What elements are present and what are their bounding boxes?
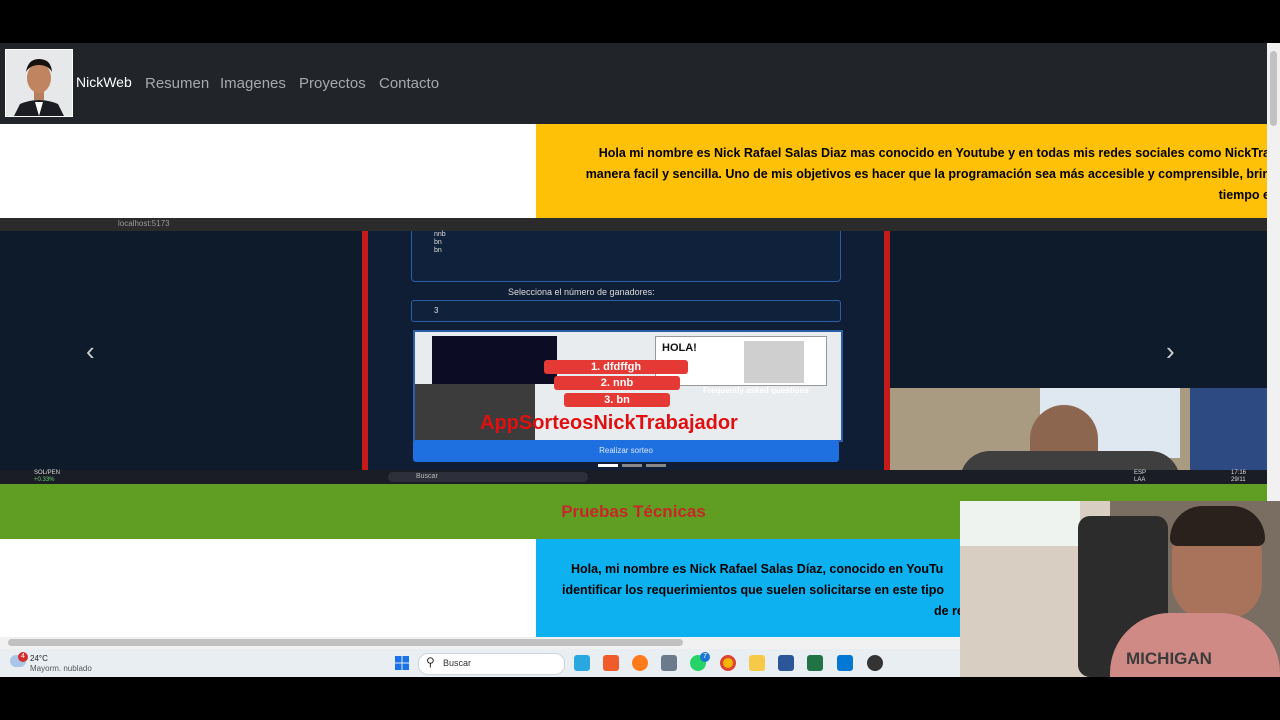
screenshot-stock-label: SOL/PEN	[34, 470, 61, 476]
winner-badge-3: 3. bn	[564, 393, 670, 407]
word-icon[interactable]	[778, 655, 794, 671]
screenshot-region: LAA	[1134, 477, 1146, 483]
weather-badge: 4	[18, 652, 28, 662]
app-icon[interactable]	[603, 655, 619, 671]
webcam-person-body	[960, 451, 1180, 471]
profile-avatar[interactable]	[5, 49, 73, 117]
weather-temperature[interactable]: 24°C	[30, 654, 48, 663]
screenshot-select-label: Selecciona el número de ganadores:	[508, 287, 655, 297]
intro-text-line-1: Hola mi nombre es Nick Rafael Salas Diaz…	[598, 146, 1267, 160]
screenshot-participant: bn	[434, 247, 442, 254]
carousel-prev-button[interactable]: ‹	[86, 336, 95, 367]
carousel-next-button[interactable]: ›	[1166, 336, 1175, 367]
taskbar-search-placeholder: Buscar	[443, 658, 472, 668]
screenshot-app-frame: nnb bn bn Selecciona el número de ganado…	[362, 231, 890, 484]
section2-text-line-1: Hola, mi nombre es Nick Rafael Salas Día…	[571, 562, 944, 576]
intro-panel: Hola mi nombre es Nick Rafael Salas Diaz…	[536, 124, 1267, 218]
preview-dark-panel	[432, 336, 557, 384]
vertical-scroll-thumb[interactable]	[1270, 51, 1277, 126]
screenshot-participant: bn	[434, 239, 442, 246]
screenshot-url: localhost:5173	[118, 219, 170, 228]
screenshot-stock-change: +0.33%	[34, 477, 55, 483]
screenshot-participants-box: nnb bn bn	[411, 231, 841, 282]
file-explorer-icon[interactable]	[749, 655, 765, 671]
vscode-icon[interactable]	[837, 655, 853, 671]
winner-badge-1: 1. dfdffgh	[544, 360, 688, 374]
screenshot-webcam	[890, 388, 1267, 471]
webcam-overlay: MICHIGAN	[960, 501, 1280, 677]
taskbar-search-box[interactable]: ⚲ Buscar	[418, 653, 565, 675]
webcam-curtain	[1190, 388, 1267, 471]
section2-text-line-2: identificar los requerimientos que suele…	[562, 583, 945, 597]
screenshot-lang: ESP	[1134, 470, 1147, 476]
screenshot-sorteo-button: Realizar sorteo	[413, 440, 839, 462]
excel-icon[interactable]	[807, 655, 823, 671]
screenshot-time: 17:16	[1231, 470, 1247, 476]
weather-description[interactable]: Mayorm. nublado	[30, 664, 92, 673]
intro-image-area	[0, 124, 536, 218]
winner-badge-2: 2. nnb	[554, 376, 680, 390]
app-title: AppSorteosNickTrabajador	[480, 412, 738, 434]
screenshot-taskbar-search: Buscar	[388, 472, 588, 482]
nav-link-resumen[interactable]: Resumen	[145, 75, 209, 92]
windows-start-icon[interactable]	[395, 656, 409, 670]
webcam-person-hair	[1170, 506, 1265, 546]
preview-hola-text: HOLA!	[662, 342, 697, 354]
firefox-icon[interactable]	[632, 655, 648, 671]
copilot-icon[interactable]	[574, 655, 590, 671]
nav-link-proyectos[interactable]: Proyectos	[299, 75, 366, 92]
screenshot-winners-value: 3	[434, 306, 439, 315]
intro-text-line-3: tiempo e	[1218, 188, 1267, 202]
horizontal-scroll-thumb[interactable]	[8, 639, 683, 646]
screenshot-date: 29/11	[1231, 477, 1246, 483]
avatar-photo	[6, 50, 72, 116]
screenshot-browser-bar: localhost:5173	[0, 218, 1267, 231]
calculator-icon[interactable]	[661, 655, 677, 671]
app-icon[interactable]	[867, 655, 883, 671]
preview-faq: Frequently asked questions	[703, 386, 809, 395]
screenshot-search-text: Buscar	[416, 473, 438, 480]
nav-link-imagenes[interactable]: Imagenes	[220, 75, 286, 92]
carousel-indicator-1[interactable]	[598, 464, 618, 467]
intro-text-line-2: manera facil y sencilla. Uno de mis obje…	[585, 167, 1267, 181]
brand-name[interactable]: NickWeb	[76, 74, 132, 90]
project-carousel: localhost:5173 nnb bn bn Selecciona el n…	[0, 218, 1267, 484]
webcam-window-light	[960, 501, 1080, 546]
carousel-indicator-3[interactable]	[646, 464, 666, 467]
whatsapp-badge: 7	[700, 652, 710, 662]
screenshot-winners-input: 3	[411, 300, 841, 322]
chrome-icon[interactable]	[720, 655, 736, 671]
search-icon: ⚲	[426, 655, 435, 669]
section2-image-area	[0, 539, 536, 637]
carousel-indicator-2[interactable]	[622, 464, 642, 467]
screenshot-taskbar: SOL/PEN +0.33% Buscar ESP LAA 17:16 29/1…	[0, 470, 1267, 484]
nav-link-contacto[interactable]: Contacto	[379, 75, 439, 92]
preview-photo	[744, 341, 804, 383]
screenshot-participant: nnb	[434, 231, 446, 238]
webcam-shirt-text: MICHIGAN	[1126, 649, 1212, 668]
